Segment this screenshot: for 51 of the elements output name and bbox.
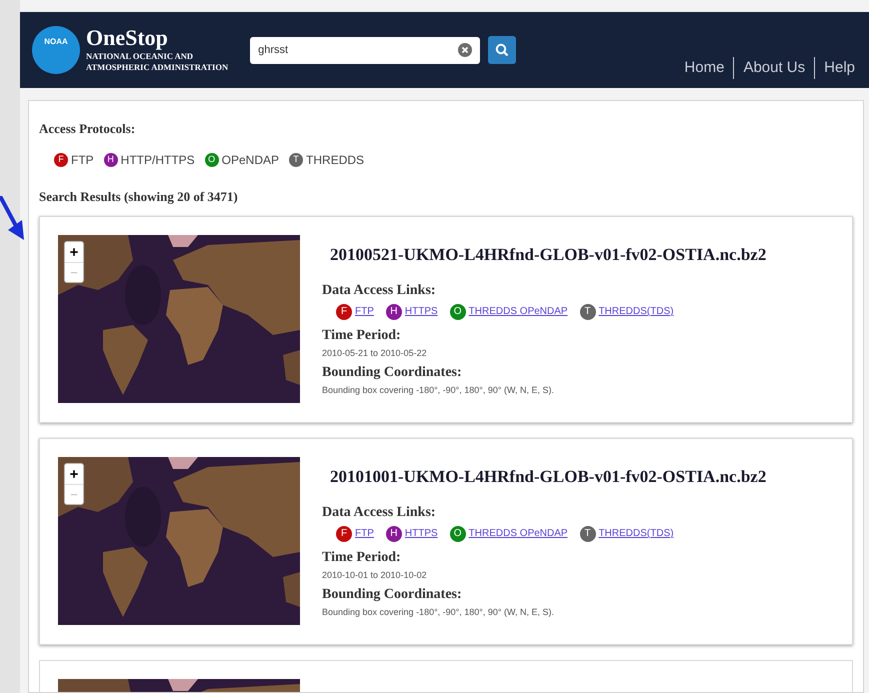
protocol-label: THREDDS [306,152,364,168]
access-link[interactable]: THREDDS(TDS) [598,526,674,541]
bounding-coordinates: Bounding box covering -180°, -90°, 180°, 90° (W, N, E, S). [322,606,556,619]
section-heading: Bounding Coordinates: [322,586,463,604]
access-link[interactable]: THREDDS(TDS) [598,304,674,319]
section-heading: Time Period: [322,548,402,566]
protocol-badge: F [336,304,352,320]
protocol-label: FTP [71,152,94,168]
clear-icon[interactable] [458,43,472,57]
access-link[interactable]: FTP [355,304,374,319]
search-icon [495,43,510,57]
protocol-badge: F [54,152,68,166]
brand-name: OneStop [86,27,169,49]
logo-badge: NOAA [32,26,80,74]
protocol-badge: H [386,526,402,542]
search-button[interactable] [488,36,516,64]
access-link[interactable]: HTTPS [404,304,438,319]
access-link[interactable]: THREDDS OPeNDAP [468,304,568,319]
nav-link[interactable]: Home [684,56,724,79]
protocol-badge: T [289,152,304,166]
section-heading: Data Access Links: [322,504,437,522]
protocol-badge: T [580,304,596,320]
access-link[interactable]: FTP [355,526,374,541]
access-link[interactable]: HTTPS [404,526,438,541]
protocol-badge: O [450,304,466,320]
arrow-icon [0,196,26,242]
results-heading: Search Results (showing 20 of 3471) [39,188,239,206]
protocol-badge: T [580,526,596,542]
result-title[interactable]: 20101001-UKMO-L4HRfnd-GLOB-v01-fv02-OSTIA.nc.bz2 [330,464,766,490]
protocol-badge: O [204,152,219,166]
section-heading: Access Protocols: [39,120,136,138]
nav-link[interactable]: About Us [743,56,806,79]
protocol-label: OPeNDAP [222,152,280,168]
result-title[interactable]: 20100521-UKMO-L4HRfnd-GLOB-v01-fv02-OSTIA.nc.bz2 [330,242,766,268]
bounding-coordinates: Bounding box covering -180°, -90°, 180°, 90° (W, N, E, S). [322,384,556,397]
time-period: 2010-05-21 to 2010-05-22 [322,346,428,360]
agency-name: NATIONAL OCEANIC AND ATMOSPHERIC ADMINISTRATION [86,51,228,73]
nav-link[interactable]: Help [824,56,855,79]
protocol-label: HTTP/HTTPS [120,152,195,168]
section-heading: Data Access Links: [322,282,437,300]
access-link[interactable]: THREDDS OPeNDAP [468,526,568,541]
section-heading: Bounding Coordinates: [322,364,463,382]
protocol-badge: H [104,152,118,166]
time-period: 2010-10-01 to 2010-10-02 [322,568,428,582]
zoom-in-button[interactable]: + [65,464,83,484]
zoom-in-button[interactable]: + [65,242,83,262]
protocol-badge: H [386,304,402,320]
protocol-badge: F [336,526,352,542]
protocol-badge: O [450,526,466,542]
search-field[interactable]: ghrsst [250,36,480,64]
section-heading: Time Period: [322,326,402,344]
